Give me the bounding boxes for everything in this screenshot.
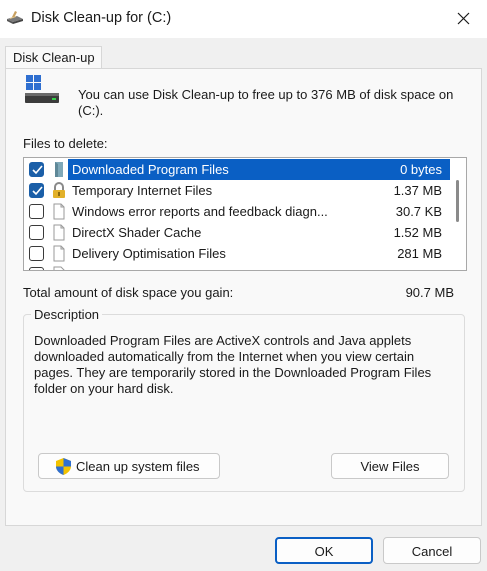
files-list[interactable]: Downloaded Program Files 0 bytes Tempora… (23, 157, 467, 271)
checkmark-icon (32, 165, 43, 175)
scroll-thumb[interactable] (456, 180, 459, 222)
item-size: 281 MB (397, 246, 442, 261)
checkbox[interactable] (29, 267, 44, 270)
total-gain-value: 90.7 MB (405, 285, 454, 300)
tab-disk-cleanup[interactable]: Disk Clean-up (5, 46, 102, 69)
list-item-partial (24, 264, 450, 270)
description-legend: Description (31, 307, 103, 322)
item-size: 1.37 MB (393, 183, 442, 198)
document-icon (53, 224, 65, 241)
list-item[interactable]: Windows error reports and feedback diagn… (24, 201, 450, 222)
files-to-delete-label: Files to delete: (23, 136, 108, 151)
clean-up-system-files-button[interactable]: Clean up system files (38, 453, 220, 479)
item-size: 0 bytes (400, 162, 442, 177)
close-button[interactable] (441, 0, 487, 38)
list-item[interactable]: Temporary Internet Files 1.37 MB (24, 180, 450, 201)
ok-button[interactable]: OK (275, 537, 373, 564)
item-name: Windows error reports and feedback diagn… (72, 204, 328, 219)
list-item[interactable]: Downloaded Program Files 0 bytes (24, 159, 466, 180)
cancel-button[interactable]: Cancel (383, 537, 481, 564)
drive-icon (25, 75, 59, 103)
list-item[interactable]: Delivery Optimisation Files 281 MB (24, 243, 450, 264)
checkbox[interactable] (29, 204, 44, 219)
lock-icon (53, 182, 65, 198)
checkbox[interactable] (29, 225, 44, 240)
tab-panel: You can use Disk Clean-up to free up to … (5, 68, 482, 526)
package-icon (55, 162, 63, 177)
checkmark-icon (32, 186, 43, 196)
item-name: Downloaded Program Files (72, 162, 229, 177)
document-icon (53, 245, 65, 262)
description-text: Downloaded Program Files are ActiveX con… (34, 333, 432, 396)
total-gain-label: Total amount of disk space you gain: (23, 285, 234, 300)
document-icon (53, 203, 65, 220)
title-bar: Disk Clean-up for (C:) (0, 0, 487, 38)
view-files-button[interactable]: View Files (331, 453, 449, 479)
item-size: 30.7 KB (395, 204, 442, 219)
checkbox[interactable] (29, 183, 44, 198)
window-title: Disk Clean-up for (C:) (31, 10, 172, 26)
uac-shield-icon (56, 458, 71, 475)
list-scrollbar[interactable] (450, 158, 466, 270)
item-size: 1.52 MB (393, 225, 442, 240)
document-icon (53, 266, 65, 270)
item-name: DirectX Shader Cache (72, 225, 202, 240)
intro-text: You can use Disk Clean-up to free up to … (78, 87, 454, 118)
checkbox[interactable] (29, 246, 44, 261)
close-icon (457, 12, 470, 25)
item-name: Temporary Internet Files (72, 183, 213, 198)
item-name: Delivery Optimisation Files (72, 246, 226, 261)
clean-up-label: Clean up system files (76, 459, 200, 474)
list-item[interactable]: DirectX Shader Cache 1.52 MB (24, 222, 450, 243)
checkbox[interactable] (29, 162, 44, 177)
disk-cleanup-icon (7, 11, 23, 24)
